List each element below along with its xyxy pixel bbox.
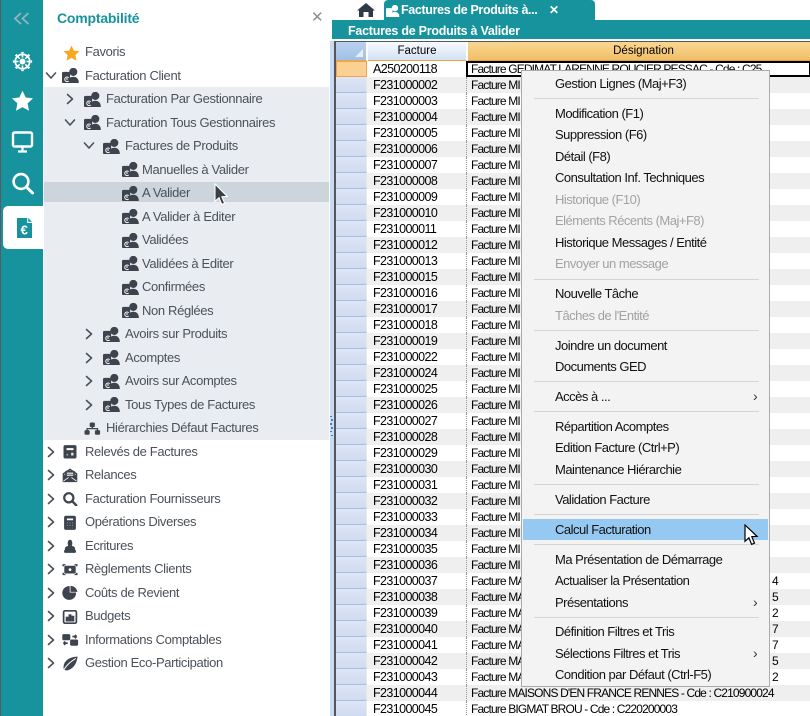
svg-text:€: € bbox=[21, 223, 28, 238]
